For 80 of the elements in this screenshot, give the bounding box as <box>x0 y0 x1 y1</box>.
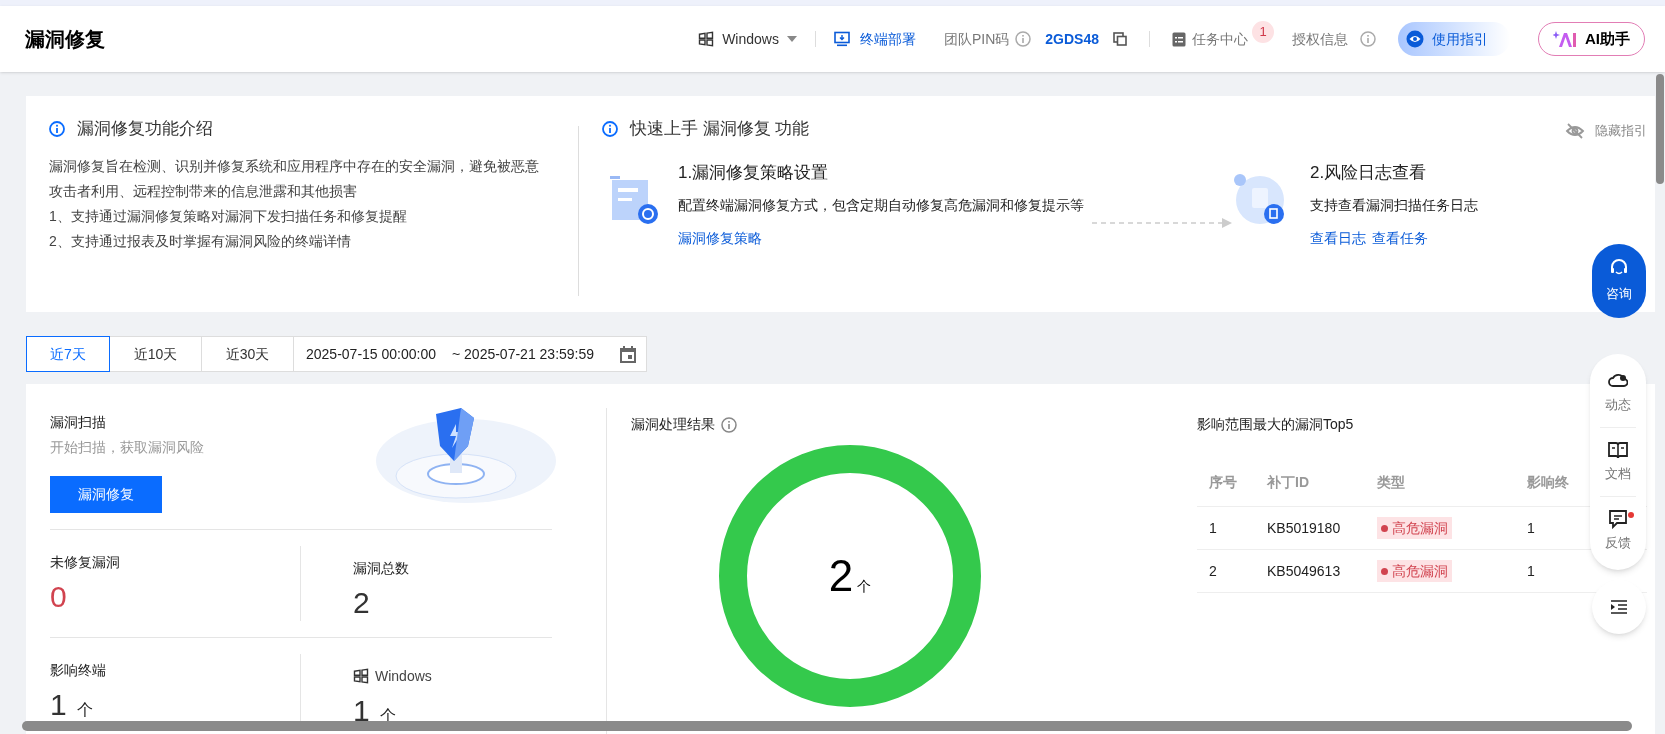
document-gear-icon <box>610 175 658 226</box>
step-title: 2.风险日志查看 <box>1310 161 1428 184</box>
scan-title: 漏洞扫描 <box>50 413 107 432</box>
table-cell-text: KB5049613 <box>1267 561 1342 581</box>
section-title: 快速上手 漏洞修复 功能 <box>630 118 810 140</box>
info-icon <box>1360 31 1376 47</box>
repair-button[interactable]: 漏洞修复 <box>50 476 162 513</box>
chat-icon <box>1608 509 1628 530</box>
monitor-icon <box>833 31 850 47</box>
step-link[interactable]: 漏洞修复策略 <box>678 228 762 249</box>
hide-guide-link[interactable]: 隐藏指引 <box>1565 121 1647 141</box>
column-header: 类型 <box>1377 473 1406 492</box>
os-selector[interactable]: Windows <box>698 28 797 50</box>
unit-label: 个 <box>76 700 93 720</box>
step-title: 1.漏洞修复策略设置 <box>678 161 830 184</box>
document-search-icon <box>1234 173 1286 226</box>
stat-value: 1 <box>50 688 67 722</box>
total-count: 2 <box>828 550 854 602</box>
copy-icon[interactable] <box>1113 32 1127 46</box>
info-icon <box>721 416 737 433</box>
chart-title: 漏洞处理结果 <box>631 415 715 434</box>
table-cell-text: KB5019180 <box>1267 518 1342 538</box>
stat-label: 未修复漏洞 <box>50 552 120 572</box>
info-icon <box>49 120 65 137</box>
date-range-tab[interactable]: 近7天 <box>26 336 110 372</box>
step-link[interactable]: 查看日志 <box>1310 228 1366 249</box>
calendar-icon <box>620 345 636 363</box>
caret-icon <box>786 36 797 42</box>
scan-subtitle: 开始扫描，获取漏洞风险 <box>50 438 205 457</box>
ai-assistant-button[interactable]: AI助手 <box>1538 22 1645 56</box>
step-description: 配置终端漏洞修复方式，包含定期自动修复高危漏洞和修复提示等 <box>678 196 1084 215</box>
pin-label: 团队PIN码 <box>943 29 1010 49</box>
table-cell-text: 2 <box>1208 561 1218 581</box>
book-icon <box>1608 440 1628 461</box>
step-link[interactable]: 查看任务 <box>1372 228 1428 249</box>
column-header: 补丁ID <box>1267 473 1310 492</box>
list-icon <box>1172 31 1186 47</box>
date-range-field[interactable]: 2025-07-15 00:00:00 ~ 2025-07-21 23:59:59 <box>293 336 647 372</box>
column-header: 影响终 <box>1527 473 1569 492</box>
sparkle-icon <box>1553 30 1577 48</box>
consult-button[interactable]: 咨询 <box>1592 244 1646 318</box>
column-header: 序号 <box>1208 473 1238 492</box>
stat-value: 0 <box>50 580 67 614</box>
unit-label: 个 <box>857 577 872 596</box>
table-cell-text: 1 <box>1208 518 1218 538</box>
severity-tag: 高危漏洞 <box>1377 517 1452 540</box>
notification-badge: 1 <box>1252 21 1274 43</box>
intro-text: 2、支持通过报表及时掌握有漏洞风险的终端详情 <box>49 231 352 251</box>
stat-value: 2 <box>353 586 370 620</box>
windows-icon <box>698 31 715 47</box>
toolbar-item[interactable]: 文档 <box>1596 431 1640 493</box>
stat-label: 漏洞总数 <box>353 558 409 578</box>
eye-off-icon <box>1565 122 1585 139</box>
info-icon <box>602 120 618 137</box>
page-title: 漏洞修复 <box>25 27 105 52</box>
indent-icon <box>1611 600 1627 614</box>
table-cell-text: 1 <box>1527 561 1535 581</box>
license-info-label: 授权信息 <box>1292 29 1348 49</box>
date-range-tab[interactable]: 近10天 <box>109 336 202 372</box>
section-title: 漏洞修复功能介绍 <box>77 118 213 140</box>
table-cell-text: 1 <box>1527 518 1535 538</box>
step-description: 支持查看漏洞扫描任务日志 <box>1310 196 1478 215</box>
stat-value: 1 <box>353 694 370 728</box>
task-center-link[interactable]: 任务中心 <box>1172 28 1252 50</box>
toolbar-item[interactable]: 动态 <box>1596 362 1640 424</box>
deploy-link[interactable]: 终端部署 <box>833 28 916 50</box>
stat-label: 影响终端 <box>50 660 106 680</box>
date-range-tab[interactable]: 近30天 <box>201 336 294 372</box>
pin-code: 2GDS48 <box>1045 29 1099 49</box>
vertical-scrollbar[interactable] <box>1656 74 1664 184</box>
table-title: 影响范围最大的漏洞Top5 <box>1197 415 1355 434</box>
info-icon <box>1015 31 1032 47</box>
toolbar-item[interactable]: 反馈 <box>1596 500 1640 562</box>
severity-tag: 高危漏洞 <box>1377 560 1452 583</box>
windows-icon <box>353 668 369 684</box>
stat-label: Windows <box>375 666 432 686</box>
intro-text: 1、支持通过漏洞修复策略对漏洞下发扫描任务和修复提醒 <box>49 206 408 226</box>
intro-text: 漏洞修复旨在检测、识别并修复系统和应用程序中存在的安全漏洞，避免被恶意攻击者利用、远程控制带来的信息泄露和其他损害 <box>49 156 540 201</box>
horizontal-scrollbar[interactable] <box>22 721 1632 731</box>
eye-icon <box>1406 30 1424 48</box>
